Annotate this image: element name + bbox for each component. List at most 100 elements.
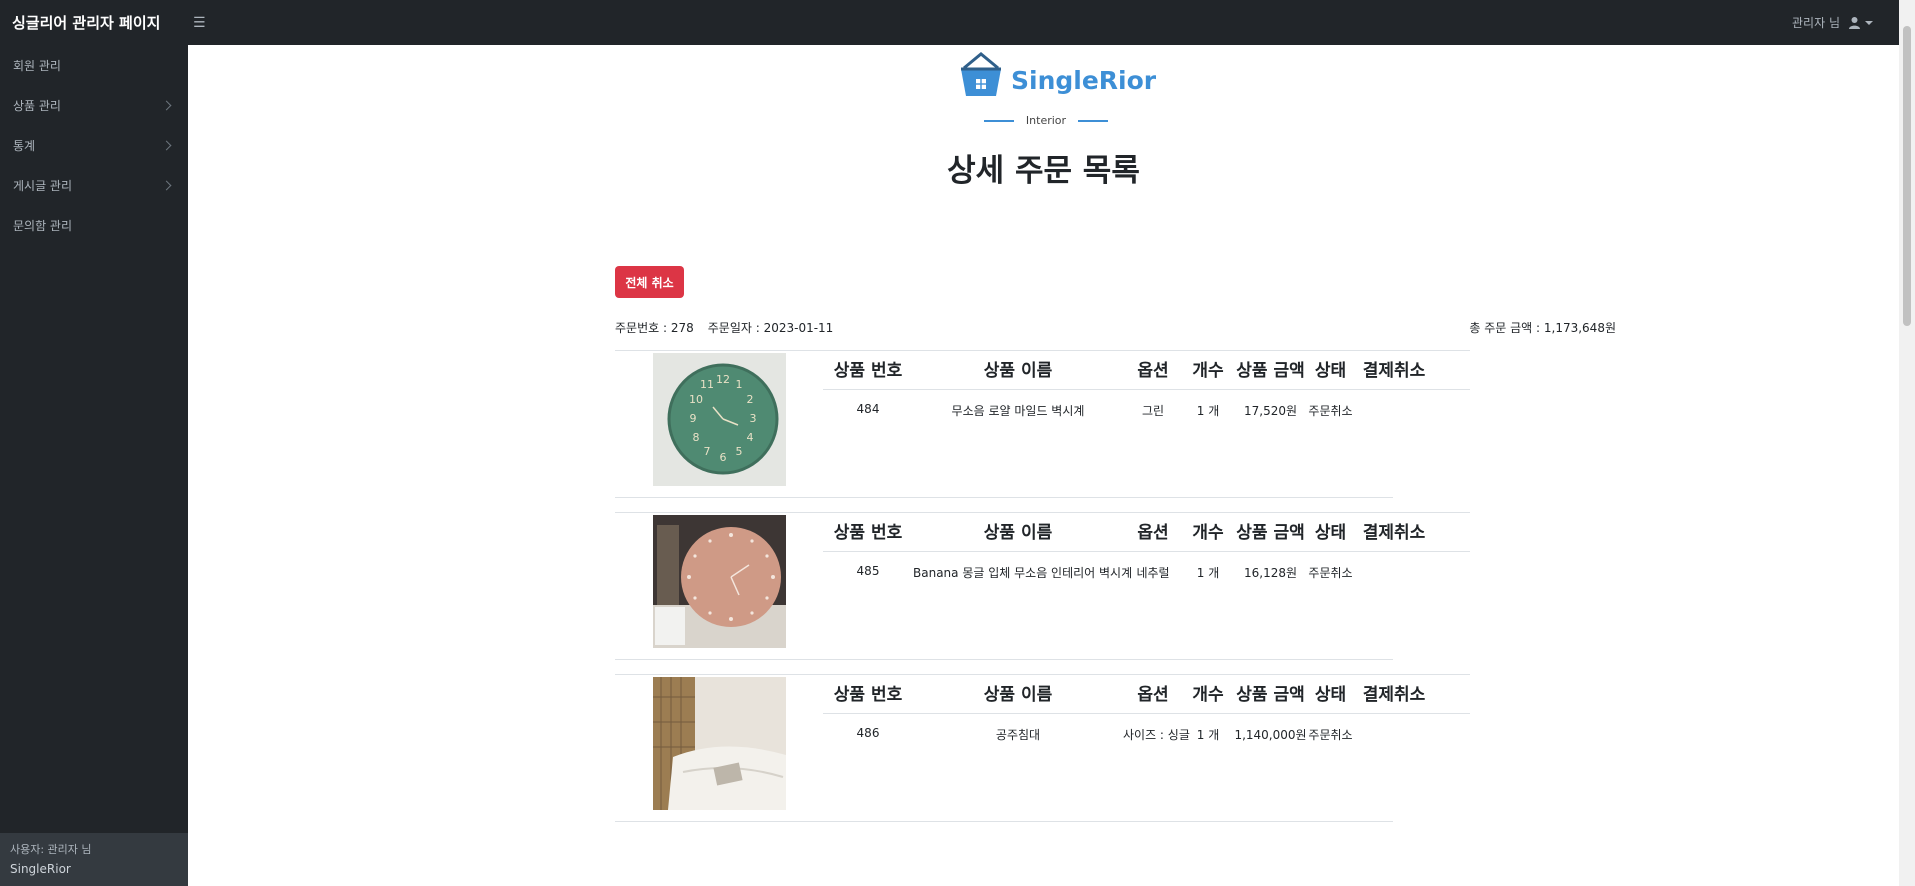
svg-text:8: 8 bbox=[693, 431, 700, 444]
svg-text:6: 6 bbox=[720, 451, 727, 464]
chevron-right-icon bbox=[161, 180, 172, 190]
svg-text:2: 2 bbox=[747, 393, 754, 406]
sidebar: 회원 관리상품 관리통계게시글 관리문의함 관리 사용자: 관리자 님 Sing… bbox=[0, 45, 188, 886]
cell-option: 그린 bbox=[1141, 404, 1165, 418]
page-scrollbar[interactable] bbox=[1899, 0, 1915, 886]
svg-text:12: 12 bbox=[716, 373, 730, 386]
top-navbar: 싱글리어 관리자 페이지 ☰ 관리자 님 bbox=[0, 0, 1915, 45]
svg-text:5: 5 bbox=[736, 445, 743, 458]
sidebar-item-label: 회원 관리 bbox=[13, 58, 61, 73]
cell-no: 486 bbox=[856, 726, 880, 740]
navbar-brand[interactable]: 싱글리어 관리자 페이지 bbox=[0, 12, 188, 33]
row-divider bbox=[615, 512, 1470, 513]
column-header-qty: 개수 bbox=[1192, 523, 1224, 543]
svg-text:10: 10 bbox=[689, 393, 703, 406]
column-header-status: 상태 bbox=[1314, 523, 1347, 543]
order-date: 주문일자 : 2023-01-11 bbox=[707, 321, 834, 335]
scrollbar-thumb[interactable] bbox=[1903, 26, 1911, 326]
cell-option: 사이즈 : 싱글 bbox=[1123, 728, 1190, 742]
row-divider bbox=[615, 674, 1470, 675]
user-menu[interactable]: 관리자 님 bbox=[1792, 0, 1873, 45]
cancel-all-button[interactable]: 전체 취소 bbox=[615, 266, 684, 298]
svg-text:7: 7 bbox=[704, 445, 711, 458]
cell-price: 1,140,000원 bbox=[1234, 728, 1307, 742]
site-name: SingleRior bbox=[10, 862, 71, 876]
main-content: SingleRior Interior 상세 주문 목록 전체 취소 주문번호 … bbox=[188, 45, 1899, 886]
product-image[interactable]: 12 3 6 9 12 45 7 8 10 11 bbox=[653, 353, 786, 486]
logo-line-left bbox=[983, 119, 1014, 122]
sidebar-item[interactable]: 통계 bbox=[0, 125, 188, 165]
row-bottom-divider bbox=[615, 821, 1393, 822]
logo-line-right bbox=[1078, 119, 1109, 122]
cell-status: 주문취소 bbox=[1308, 566, 1353, 580]
column-header-qty: 개수 bbox=[1192, 685, 1224, 705]
sidebar-item-label: 문의함 관리 bbox=[13, 218, 73, 233]
menu-toggle-icon[interactable]: ☰ bbox=[193, 15, 206, 31]
column-header-name: 상품 이름 bbox=[983, 361, 1053, 381]
column-header-name: 상품 이름 bbox=[983, 685, 1053, 705]
chevron-right-icon bbox=[161, 140, 172, 150]
header-divider bbox=[823, 389, 1470, 390]
cell-no: 485 bbox=[856, 564, 880, 578]
user-dropdown-toggle[interactable] bbox=[1848, 16, 1873, 29]
cell-price: 16,128원 bbox=[1243, 566, 1298, 580]
header-divider bbox=[823, 713, 1470, 714]
column-header-name: 상품 이름 bbox=[983, 523, 1053, 543]
product-image[interactable] bbox=[653, 677, 786, 810]
cell-no: 484 bbox=[856, 402, 880, 416]
sidebar-item[interactable]: 상품 관리 bbox=[0, 85, 188, 125]
cell-name: Banana 몽글 입체 무소음 인테리어 벽시계 bbox=[913, 566, 1133, 580]
cell-option: 네추럴 bbox=[1136, 566, 1170, 580]
column-header-price: 상품 금액 bbox=[1236, 685, 1305, 705]
row-bottom-divider bbox=[615, 497, 1393, 498]
logo-sub-text: Interior bbox=[1025, 114, 1067, 127]
product-image[interactable] bbox=[653, 515, 786, 648]
column-header-option: 옵션 bbox=[1137, 523, 1169, 543]
sidebar-item[interactable]: 게시글 관리 bbox=[0, 165, 188, 205]
column-header-cancel: 결제취소 bbox=[1362, 523, 1426, 543]
column-header-cancel: 결제취소 bbox=[1362, 685, 1426, 705]
svg-text:11: 11 bbox=[700, 378, 714, 391]
row-bottom-divider bbox=[615, 659, 1393, 660]
sidebar-item[interactable]: 회원 관리 bbox=[0, 45, 188, 85]
cell-status: 주문취소 bbox=[1308, 404, 1353, 418]
column-header-price: 상품 금액 bbox=[1236, 523, 1305, 543]
page-title: 상세 주문 목록 bbox=[947, 153, 1140, 189]
svg-text:1: 1 bbox=[736, 378, 743, 391]
order-number: 주문번호 : 278 bbox=[615, 321, 694, 335]
svg-text:9: 9 bbox=[690, 412, 697, 425]
header-divider bbox=[823, 551, 1470, 552]
svg-text:3: 3 bbox=[750, 412, 757, 425]
sidebar-footer: 사용자: 관리자 님 SingleRior bbox=[0, 833, 188, 886]
sidebar-menu: 회원 관리상품 관리통계게시글 관리문의함 관리 bbox=[0, 45, 188, 245]
house-basket-icon bbox=[961, 52, 1001, 96]
cell-status: 주문취소 bbox=[1308, 728, 1353, 742]
logo-text: SingleRior bbox=[1011, 66, 1157, 95]
singlerior-logo[interactable]: SingleRior Interior bbox=[956, 50, 1156, 128]
sidebar-item-label: 통계 bbox=[13, 138, 36, 153]
cell-qty: 1 개 bbox=[1196, 404, 1220, 418]
cell-name: 무소음 로얄 마일드 벽시계 bbox=[951, 404, 1085, 418]
column-header-option: 옵션 bbox=[1137, 685, 1169, 705]
svg-text:4: 4 bbox=[747, 431, 754, 444]
column-header-no: 상품 번호 bbox=[833, 685, 903, 705]
cell-qty: 1 개 bbox=[1196, 728, 1220, 742]
sidebar-item[interactable]: 문의함 관리 bbox=[0, 205, 188, 245]
column-header-status: 상태 bbox=[1314, 361, 1347, 381]
column-header-no: 상품 번호 bbox=[833, 361, 903, 381]
column-header-qty: 개수 bbox=[1192, 361, 1224, 381]
caret-down-icon bbox=[1865, 20, 1873, 25]
row-divider bbox=[615, 350, 1470, 351]
column-header-cancel: 결제취소 bbox=[1362, 361, 1426, 381]
cell-name: 공주침대 bbox=[995, 728, 1041, 742]
user-icon bbox=[1849, 17, 1860, 29]
column-header-option: 옵션 bbox=[1137, 361, 1169, 381]
order-meta: 주문번호 : 278 주문일자 : 2023-01-11 bbox=[615, 319, 833, 336]
sidebar-item-label: 상품 관리 bbox=[13, 98, 61, 113]
column-header-price: 상품 금액 bbox=[1236, 361, 1305, 381]
chevron-right-icon bbox=[161, 100, 172, 110]
order-item-row: 상품 번호 상품 이름 옵션 개수 상품 금액 상태 결제취소 486 공주침대 사이즈 : 싱글… bbox=[615, 669, 1616, 831]
column-header-no: 상품 번호 bbox=[833, 523, 903, 543]
cell-price: 17,520원 bbox=[1243, 404, 1298, 418]
cell-qty: 1 개 bbox=[1196, 566, 1220, 580]
